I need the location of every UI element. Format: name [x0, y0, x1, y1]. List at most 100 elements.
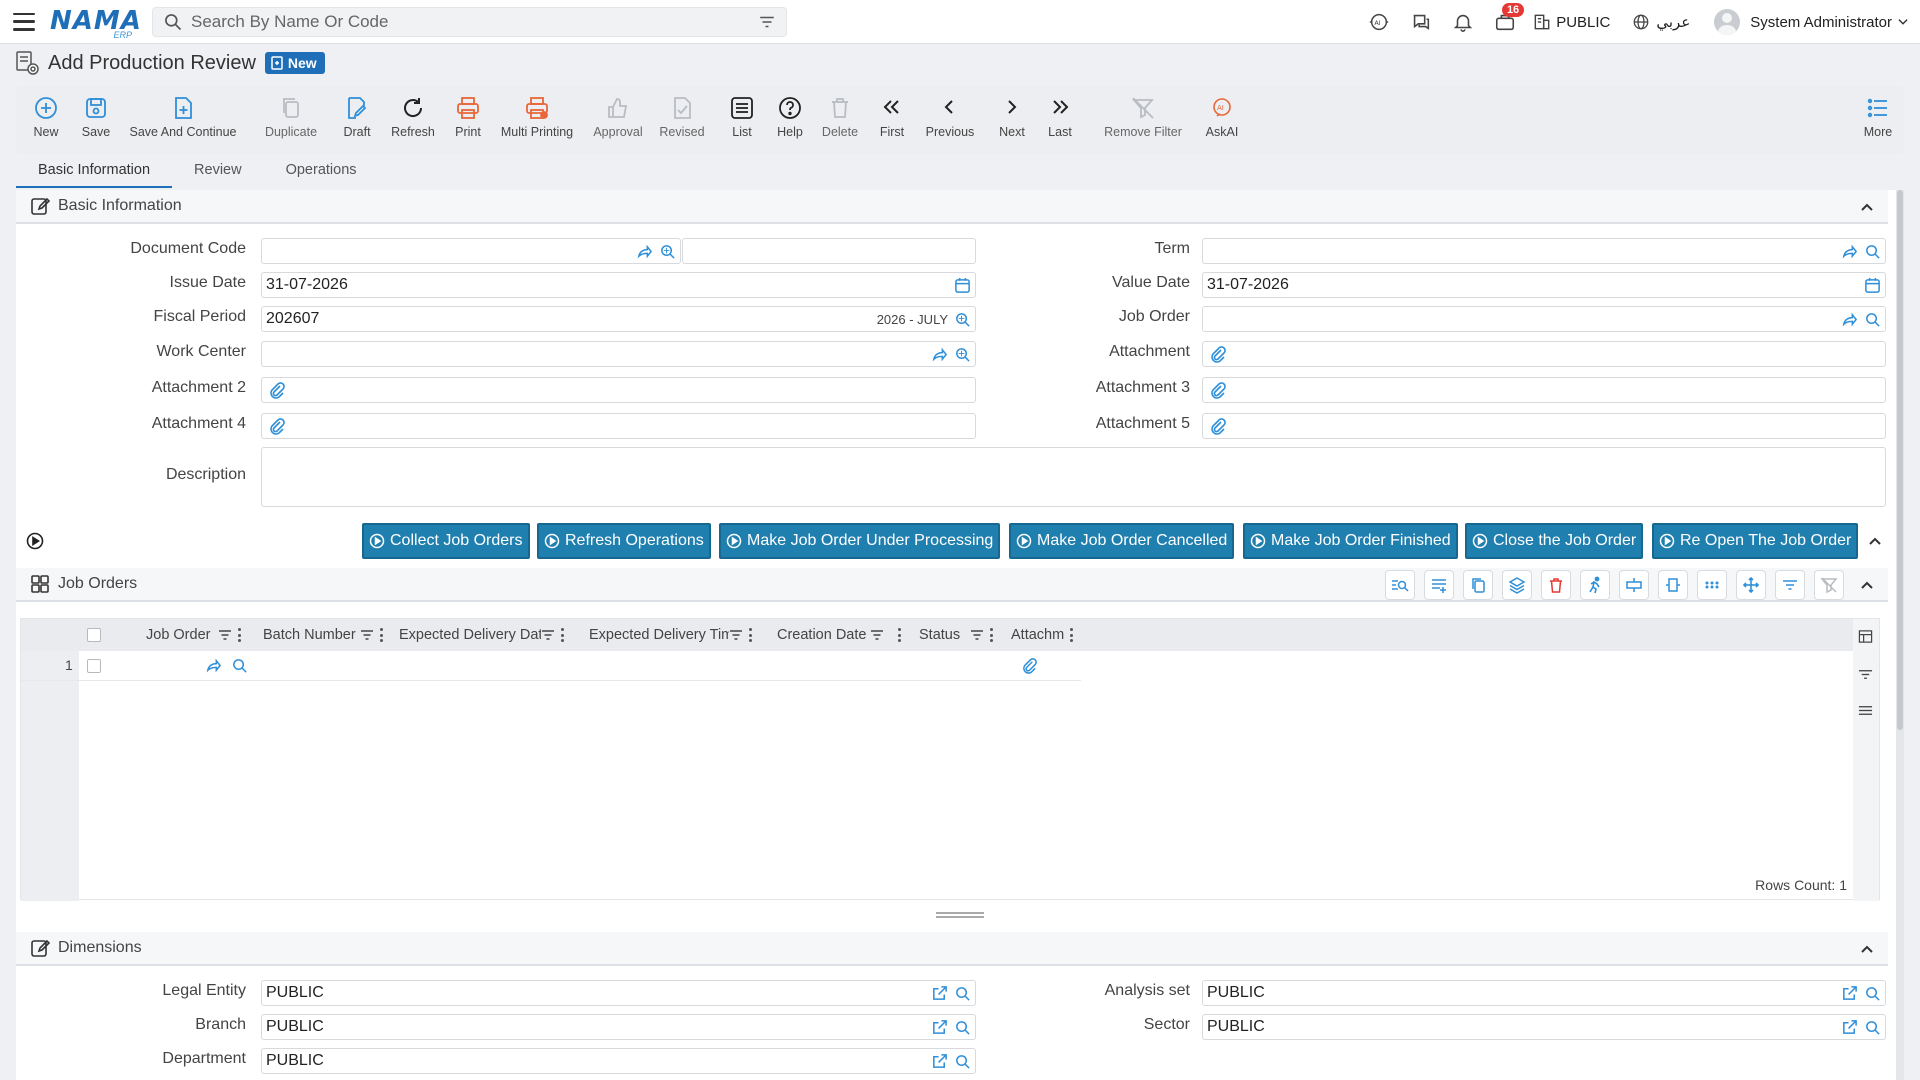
- grid-delete-button[interactable]: [1541, 570, 1571, 600]
- play-circle-icon[interactable]: [26, 532, 44, 550]
- paperclip-icon[interactable]: [1021, 657, 1038, 674]
- grid-search-button[interactable]: [1385, 570, 1415, 600]
- grid-copy-button[interactable]: [1463, 570, 1493, 600]
- revised-button[interactable]: Revised: [654, 86, 710, 139]
- grid-filter-button[interactable]: [1775, 570, 1805, 600]
- column-filter-icon[interactable]: [541, 628, 555, 642]
- paperclip-icon[interactable]: [1209, 381, 1227, 399]
- attachment-4-field[interactable]: [261, 413, 976, 439]
- attachment-3-field[interactable]: [1202, 377, 1886, 403]
- grid-layers-button[interactable]: [1502, 570, 1532, 600]
- chat-icon[interactable]: [1400, 0, 1442, 44]
- approval-button[interactable]: Approval: [588, 86, 648, 139]
- attachment-field[interactable]: [1202, 341, 1886, 367]
- columns-icon[interactable]: [1858, 629, 1873, 644]
- more-button[interactable]: More: [1858, 86, 1898, 139]
- legal-entity-field[interactable]: PUBLIC: [261, 980, 976, 1006]
- refresh-button[interactable]: Refresh: [388, 86, 438, 139]
- share-icon[interactable]: [1841, 243, 1858, 260]
- lookup-icon[interactable]: [954, 1019, 971, 1036]
- issue-date-field[interactable]: 31-07-2026: [261, 272, 976, 298]
- lookup-icon[interactable]: [659, 243, 676, 260]
- share-icon[interactable]: [931, 346, 948, 363]
- document-code-name-field[interactable]: [682, 238, 976, 264]
- paperclip-icon[interactable]: [268, 417, 286, 435]
- chevron-down-icon[interactable]: [1896, 15, 1910, 29]
- description-textarea[interactable]: [261, 447, 1886, 507]
- column-batch-number[interactable]: Batch Number: [263, 619, 384, 651]
- column-menu-icon[interactable]: [749, 628, 753, 642]
- column-attachment[interactable]: Attachm: [1011, 619, 1074, 651]
- lookup-icon[interactable]: [954, 311, 971, 328]
- column-menu-icon[interactable]: [561, 628, 565, 642]
- column-menu-icon[interactable]: [238, 628, 242, 642]
- menu-lines-icon[interactable]: [1858, 703, 1873, 718]
- bell-icon[interactable]: [1442, 0, 1484, 44]
- tab-operations[interactable]: Operations: [264, 158, 379, 188]
- make-job-order-under-processing-button[interactable]: Make Job Order Under Processing: [719, 523, 1001, 559]
- table-row[interactable]: 1: [21, 651, 1081, 681]
- analysis-set-field[interactable]: PUBLIC: [1202, 980, 1886, 1006]
- paperclip-icon[interactable]: [1209, 417, 1227, 435]
- collect-job-orders-button[interactable]: Collect Job Orders: [362, 523, 530, 559]
- column-menu-icon[interactable]: [898, 628, 902, 642]
- language-switch[interactable]: عربي: [1656, 13, 1690, 31]
- calendar-icon[interactable]: [1864, 277, 1881, 294]
- term-field[interactable]: [1202, 238, 1886, 264]
- column-filter-icon[interactable]: [970, 628, 984, 642]
- branch-field[interactable]: PUBLIC: [261, 1014, 976, 1040]
- last-button[interactable]: Last: [1040, 86, 1080, 139]
- delete-button[interactable]: Delete: [818, 86, 862, 139]
- fiscal-period-field[interactable]: 202607 2026 - JULY: [261, 306, 976, 332]
- column-filter-icon[interactable]: [729, 628, 743, 642]
- open-external-icon[interactable]: [1841, 985, 1858, 1002]
- duplicate-button[interactable]: Duplicate: [256, 86, 326, 139]
- share-icon[interactable]: [1841, 311, 1858, 328]
- grid-move-button[interactable]: [1736, 570, 1766, 600]
- lookup-icon[interactable]: [954, 985, 971, 1002]
- column-expected-delivery-date[interactable]: Expected Delivery Date: [399, 619, 579, 651]
- collapse-icon[interactable]: [1858, 198, 1876, 216]
- app-logo[interactable]: NAMA ERP: [50, 4, 141, 40]
- column-menu-icon[interactable]: [990, 628, 994, 642]
- job-orders-header[interactable]: Job Orders: [16, 568, 1888, 602]
- column-menu-icon[interactable]: [379, 628, 384, 642]
- basic-information-header[interactable]: Basic Information: [16, 190, 1888, 224]
- open-external-icon[interactable]: [931, 1019, 948, 1036]
- lookup-icon[interactable]: [1864, 311, 1881, 328]
- attachment-5-field[interactable]: [1202, 413, 1886, 439]
- column-expected-delivery-time[interactable]: Expected Delivery Tim: [589, 619, 769, 651]
- grid-remove-filter-button[interactable]: [1814, 570, 1844, 600]
- paperclip-icon[interactable]: [268, 381, 286, 399]
- lookup-icon[interactable]: [1864, 1019, 1881, 1036]
- select-all-checkbox[interactable]: [87, 619, 101, 651]
- column-creation-date[interactable]: Creation Date: [777, 619, 902, 651]
- filter-icon[interactable]: [758, 13, 776, 31]
- help-button[interactable]: Help: [770, 86, 810, 139]
- share-icon[interactable]: [636, 243, 653, 260]
- first-button[interactable]: First: [872, 86, 912, 139]
- previous-button[interactable]: Previous: [922, 86, 978, 139]
- open-external-icon[interactable]: [931, 1053, 948, 1070]
- grid-resize-handle[interactable]: [936, 912, 984, 918]
- save-button[interactable]: Save: [76, 86, 116, 139]
- hamburger-menu-icon[interactable]: [13, 12, 35, 31]
- global-search[interactable]: [152, 6, 787, 37]
- filter-icon[interactable]: [1858, 667, 1873, 682]
- avatar[interactable]: [1714, 9, 1741, 35]
- user-menu[interactable]: System Administrator: [1750, 14, 1892, 31]
- document-code-field[interactable]: [261, 238, 681, 264]
- search-input[interactable]: [191, 11, 758, 32]
- ai-assistant-icon[interactable]: AI: [1358, 0, 1400, 44]
- department-field[interactable]: PUBLIC: [261, 1048, 976, 1074]
- work-center-field[interactable]: [261, 341, 976, 367]
- collapse-icon[interactable]: [1858, 940, 1876, 958]
- print-button[interactable]: Print: [446, 86, 490, 139]
- grid-merge-button[interactable]: [1619, 570, 1649, 600]
- value-date-field[interactable]: 31-07-2026: [1202, 272, 1886, 298]
- notifications-icon[interactable]: 16: [1484, 0, 1526, 44]
- tab-review[interactable]: Review: [172, 158, 264, 188]
- company-selector[interactable]: PUBLIC: [1556, 14, 1610, 31]
- column-filter-icon[interactable]: [870, 628, 884, 642]
- draft-button[interactable]: Draft: [332, 86, 382, 139]
